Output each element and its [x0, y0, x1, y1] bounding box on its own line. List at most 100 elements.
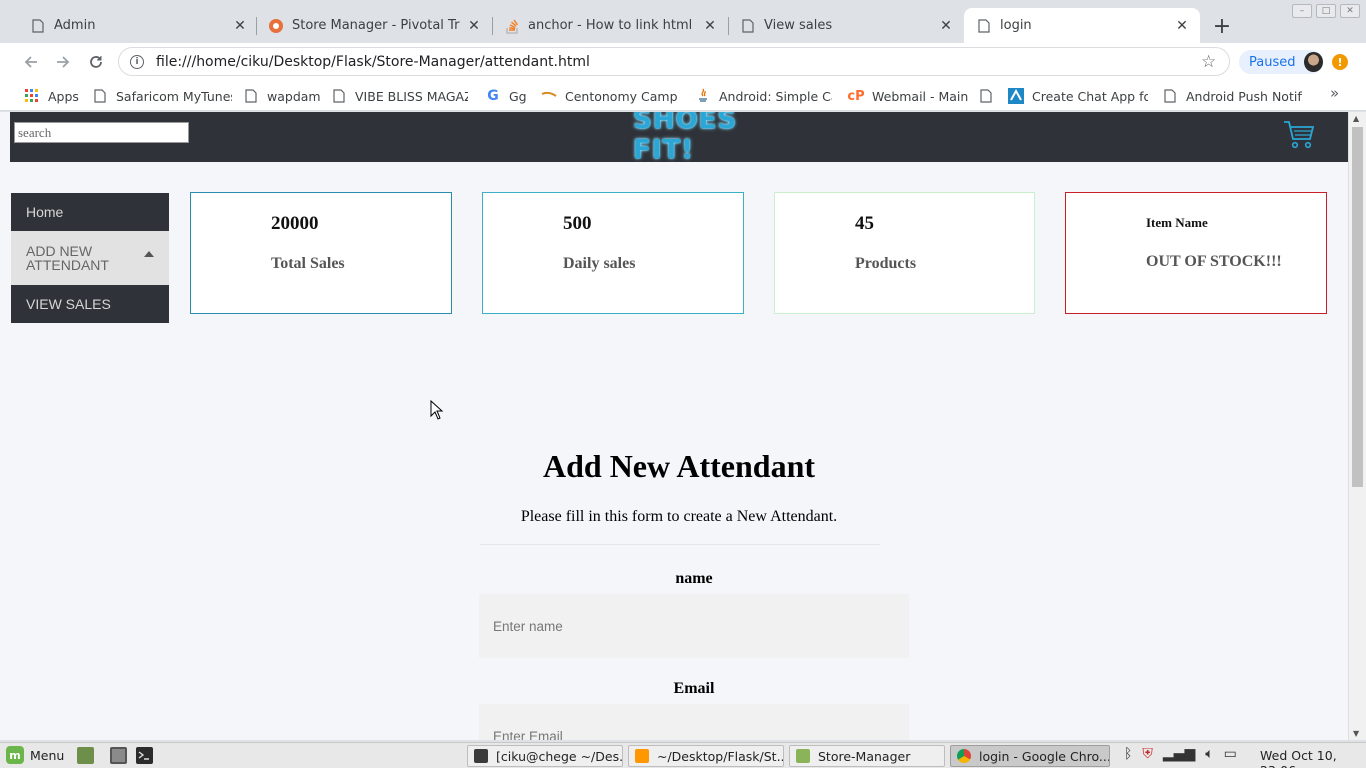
nav-item-add-new-attendant[interactable]: ADD NEW ATTENDANT — [11, 231, 169, 285]
email-field[interactable] — [479, 704, 909, 740]
info-icon[interactable]: i — [130, 54, 144, 69]
taskbar-window-sublime[interactable]: ~/Desktop/Flask/St... — [628, 745, 784, 767]
volume-icon[interactable]: 🔈︎ — [1205, 746, 1213, 762]
stat-value: 500 — [563, 213, 592, 234]
caret-up-icon — [144, 251, 154, 257]
form-title: Add New Attendant — [542, 448, 816, 484]
bookmark-centonomy[interactable]: Centonomy Campus — [541, 85, 678, 107]
file-manager-icon[interactable] — [110, 747, 127, 764]
close-icon[interactable]: ✕ — [938, 18, 954, 34]
page-icon — [1162, 88, 1178, 104]
network-signal-icon[interactable]: ▂▄▆ — [1163, 746, 1195, 762]
address-url[interactable]: file:///home/ciku/Desktop/Flask/Store-Ma… — [156, 54, 1201, 70]
close-icon[interactable]: ✕ — [232, 18, 248, 34]
stock-item-name: Item Name — [1146, 215, 1208, 230]
forward-button[interactable] — [50, 49, 76, 75]
alert-icon[interactable]: ! — [1332, 54, 1348, 70]
tab-pivotal[interactable]: Store Manager - Pivotal Tracker ✕ — [256, 8, 492, 43]
bookmark-star-icon[interactable]: ☆ — [1201, 52, 1221, 72]
scroll-up-icon[interactable]: ▲ — [1353, 114, 1359, 123]
bookmark-safaricom[interactable]: Safaricom MyTunes — [92, 85, 232, 107]
tab-title: anchor - How to link html pages — [528, 18, 696, 33]
nav-item-label: VIEW SALES — [26, 296, 111, 312]
window-controls: – □ ✕ — [1292, 4, 1360, 18]
bookmark-label: Gg — [509, 88, 527, 104]
browser-toolbar: i file:///home/ciku/Desktop/Flask/Store-… — [0, 43, 1366, 80]
avatar — [1304, 52, 1323, 72]
apps-grid-icon — [24, 88, 40, 104]
bookmark-vibe-bliss[interactable]: VIBE BLISS MAGAZI — [331, 85, 468, 107]
name-field[interactable] — [479, 594, 909, 658]
battery-icon[interactable]: ▭ — [1224, 746, 1237, 762]
bookmark-wapdam[interactable]: wapdam — [243, 85, 321, 107]
back-button[interactable] — [18, 49, 44, 75]
scroll-down-icon[interactable]: ▼ — [1353, 729, 1359, 738]
tab-stackoverflow[interactable]: anchor - How to link html pages ✕ — [492, 8, 728, 43]
bookmark-apps[interactable]: Apps — [24, 85, 79, 107]
shopping-cart-icon[interactable] — [1282, 118, 1316, 150]
name-label: name — [675, 570, 713, 587]
stat-label: Total Sales — [271, 255, 345, 272]
bookmark-create-chat[interactable]: Create Chat App for — [1008, 85, 1148, 107]
sublime-icon — [635, 749, 649, 763]
java-icon — [695, 88, 711, 104]
scrollbar-thumb[interactable] — [1352, 127, 1363, 487]
page-viewport: SHOES FIT! Home ADD NEW ATTENDANT VIEW S… — [10, 112, 1348, 740]
terminal-icon — [474, 749, 488, 763]
stat-card-out-of-stock: Item Name OUT OF STOCK!!! — [1065, 192, 1327, 314]
bookmark-android-push[interactable]: Android Push Notific — [1162, 85, 1302, 107]
address-bar[interactable]: i file:///home/ciku/Desktop/Flask/Store-… — [118, 47, 1230, 76]
bookmark-android-calc[interactable]: Android: Simple Cal — [695, 85, 832, 107]
reload-button[interactable] — [83, 49, 109, 75]
bookmark-webmail[interactable]: cP Webmail - Main — [848, 85, 968, 107]
page-icon — [978, 88, 994, 104]
bookmark-label: Create Chat App for — [1032, 88, 1148, 104]
page-icon — [30, 18, 46, 34]
taskbar-clock[interactable]: Wed Oct 10, 23:06 — [1260, 748, 1366, 768]
bookmark-unnamed[interactable] — [978, 85, 1002, 107]
close-window-icon[interactable]: ✕ — [1340, 4, 1360, 18]
close-icon[interactable]: ✕ — [702, 18, 718, 34]
close-icon[interactable]: ✕ — [1174, 18, 1190, 34]
page-gutter — [0, 112, 10, 740]
cpanel-icon: cP — [848, 88, 865, 104]
tab-view-sales[interactable]: View sales ✕ — [728, 8, 964, 43]
terminal-launcher-icon[interactable] — [136, 747, 153, 764]
stackoverflow-icon — [504, 18, 520, 34]
close-icon[interactable]: ✕ — [466, 18, 482, 34]
bookmark-gg[interactable]: G Gg — [485, 85, 527, 107]
bookmark-label: Centonomy Campus — [565, 88, 678, 104]
menu-label: Menu — [30, 747, 65, 763]
maximize-icon[interactable]: □ — [1316, 4, 1336, 18]
profile-button[interactable]: Paused — [1239, 50, 1323, 74]
profile-status: Paused — [1249, 54, 1296, 70]
tab-login[interactable]: login ✕ — [964, 8, 1200, 43]
bookmark-label: Webmail - Main — [872, 88, 969, 104]
bookmark-label: Android: Simple Cal — [719, 88, 832, 104]
nav-item-home[interactable]: Home — [11, 193, 169, 231]
window-title: login - Google Chro... — [979, 748, 1110, 764]
minimize-icon[interactable]: – — [1292, 4, 1312, 18]
security-shield-icon[interactable]: ⛨ — [1142, 746, 1153, 762]
taskbar-window-terminal[interactable]: [ciku@chege ~/Des... — [467, 745, 623, 767]
taskbar-window-folder[interactable]: Store-Manager — [789, 745, 945, 767]
new-tab-button[interactable]: + — [1210, 14, 1234, 39]
stat-label: Daily sales — [563, 255, 636, 272]
bookmarks-bar: Apps Safaricom MyTunes wapdam VIBE BLISS… — [0, 80, 1366, 111]
nav-item-label: ADD NEW ATTENDANT — [26, 243, 109, 273]
tab-admin[interactable]: Admin ✕ — [18, 8, 258, 43]
form-divider — [480, 544, 880, 545]
page-scrollbar[interactable]: ▲ ▼ — [1348, 112, 1366, 740]
taskbar-window-chrome[interactable]: login - Google Chro... — [950, 745, 1110, 767]
show-desktop-icon[interactable] — [77, 747, 94, 764]
stat-card-daily-sales: 500 Daily sales — [482, 192, 744, 314]
site-header: SHOES FIT! — [10, 112, 1348, 165]
bookmarks-overflow-icon[interactable]: » — [1330, 84, 1339, 102]
bluetooth-icon[interactable]: ᛒ — [1124, 746, 1132, 762]
bookmark-label: Apps — [48, 88, 79, 104]
search-input[interactable] — [14, 122, 189, 143]
start-menu-button[interactable]: m Menu — [6, 746, 64, 764]
nav-item-view-sales[interactable]: VIEW SALES — [11, 285, 169, 323]
nav-item-label: Home — [26, 204, 64, 220]
pivotal-icon — [268, 18, 284, 34]
